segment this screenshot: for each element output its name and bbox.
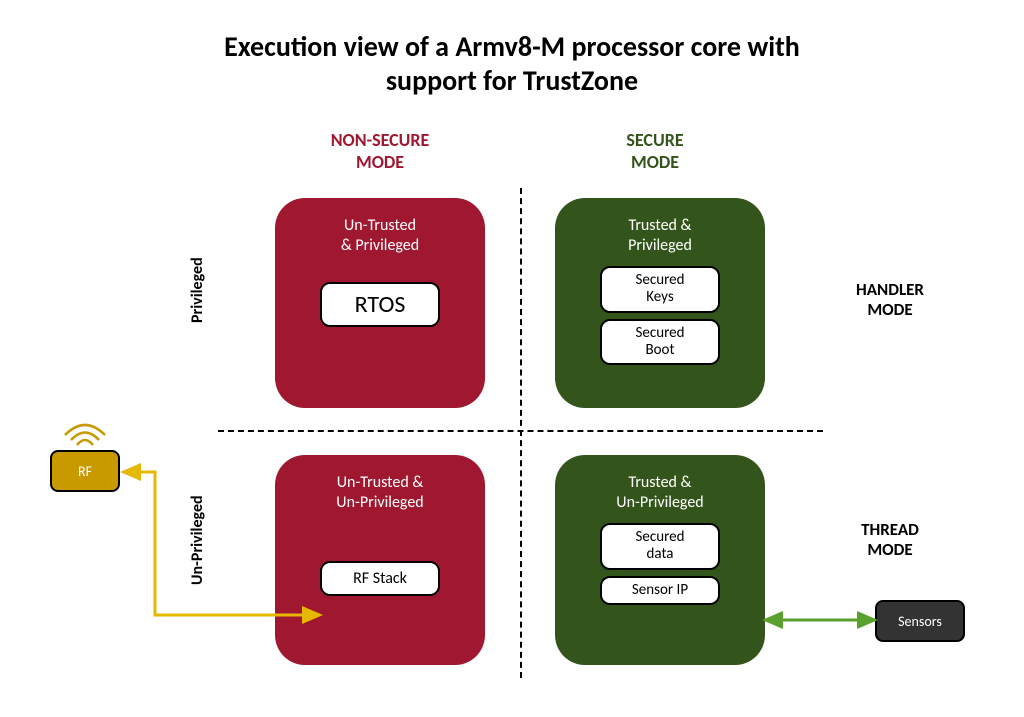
row-label-unprivileged: Un-Privileged bbox=[188, 465, 207, 615]
sensors-label: Sensors bbox=[898, 613, 942, 630]
row-label-privileged: Privileged bbox=[188, 220, 207, 360]
pill-secured-keys: SecuredKeys bbox=[600, 266, 720, 313]
divider-vertical bbox=[520, 188, 522, 678]
rf-module: RF bbox=[50, 450, 120, 492]
block-header: Trusted &Privileged bbox=[569, 216, 751, 256]
diagram-title: Execution view of a Armv8-M processor co… bbox=[0, 30, 1024, 97]
rf-label: RF bbox=[78, 463, 92, 480]
pill-sensor-ip: Sensor IP bbox=[600, 576, 720, 605]
pill-secured-boot: SecuredBoot bbox=[600, 319, 720, 366]
connector-sensors bbox=[760, 610, 890, 630]
title-line-1: Execution view of a Armv8-M processor co… bbox=[224, 29, 800, 64]
col-header-nonsecure: NON-SECUREMODE bbox=[280, 130, 480, 173]
pill-rtos: RTOS bbox=[320, 282, 440, 327]
divider-horizontal bbox=[218, 430, 823, 432]
block-trusted-privileged: Trusted &Privileged SecuredKeys SecuredB… bbox=[555, 198, 765, 408]
col-header-secure: SECUREMODE bbox=[555, 130, 755, 173]
row-label-thread: THREADMODE bbox=[830, 520, 950, 561]
wifi-icon bbox=[60, 410, 110, 450]
block-untrusted-unprivileged: Un-Trusted &Un-Privileged RF Stack bbox=[275, 455, 485, 665]
block-header: Un-Trusted &Un-Privileged bbox=[289, 473, 471, 513]
pill-rf-stack: RF Stack bbox=[320, 561, 440, 596]
block-untrusted-privileged: Un-Trusted& Privileged RTOS bbox=[275, 198, 485, 408]
block-header: Trusted &Un-Privileged bbox=[569, 473, 751, 513]
title-line-2: support for TrustZone bbox=[386, 63, 638, 98]
sensors-module: Sensors bbox=[875, 600, 965, 642]
row-label-handler: HANDLERMODE bbox=[830, 280, 950, 321]
pill-secured-data: Secureddata bbox=[600, 523, 720, 570]
block-trusted-unprivileged: Trusted &Un-Privileged Secureddata Senso… bbox=[555, 455, 765, 665]
block-header: Un-Trusted& Privileged bbox=[289, 216, 471, 256]
